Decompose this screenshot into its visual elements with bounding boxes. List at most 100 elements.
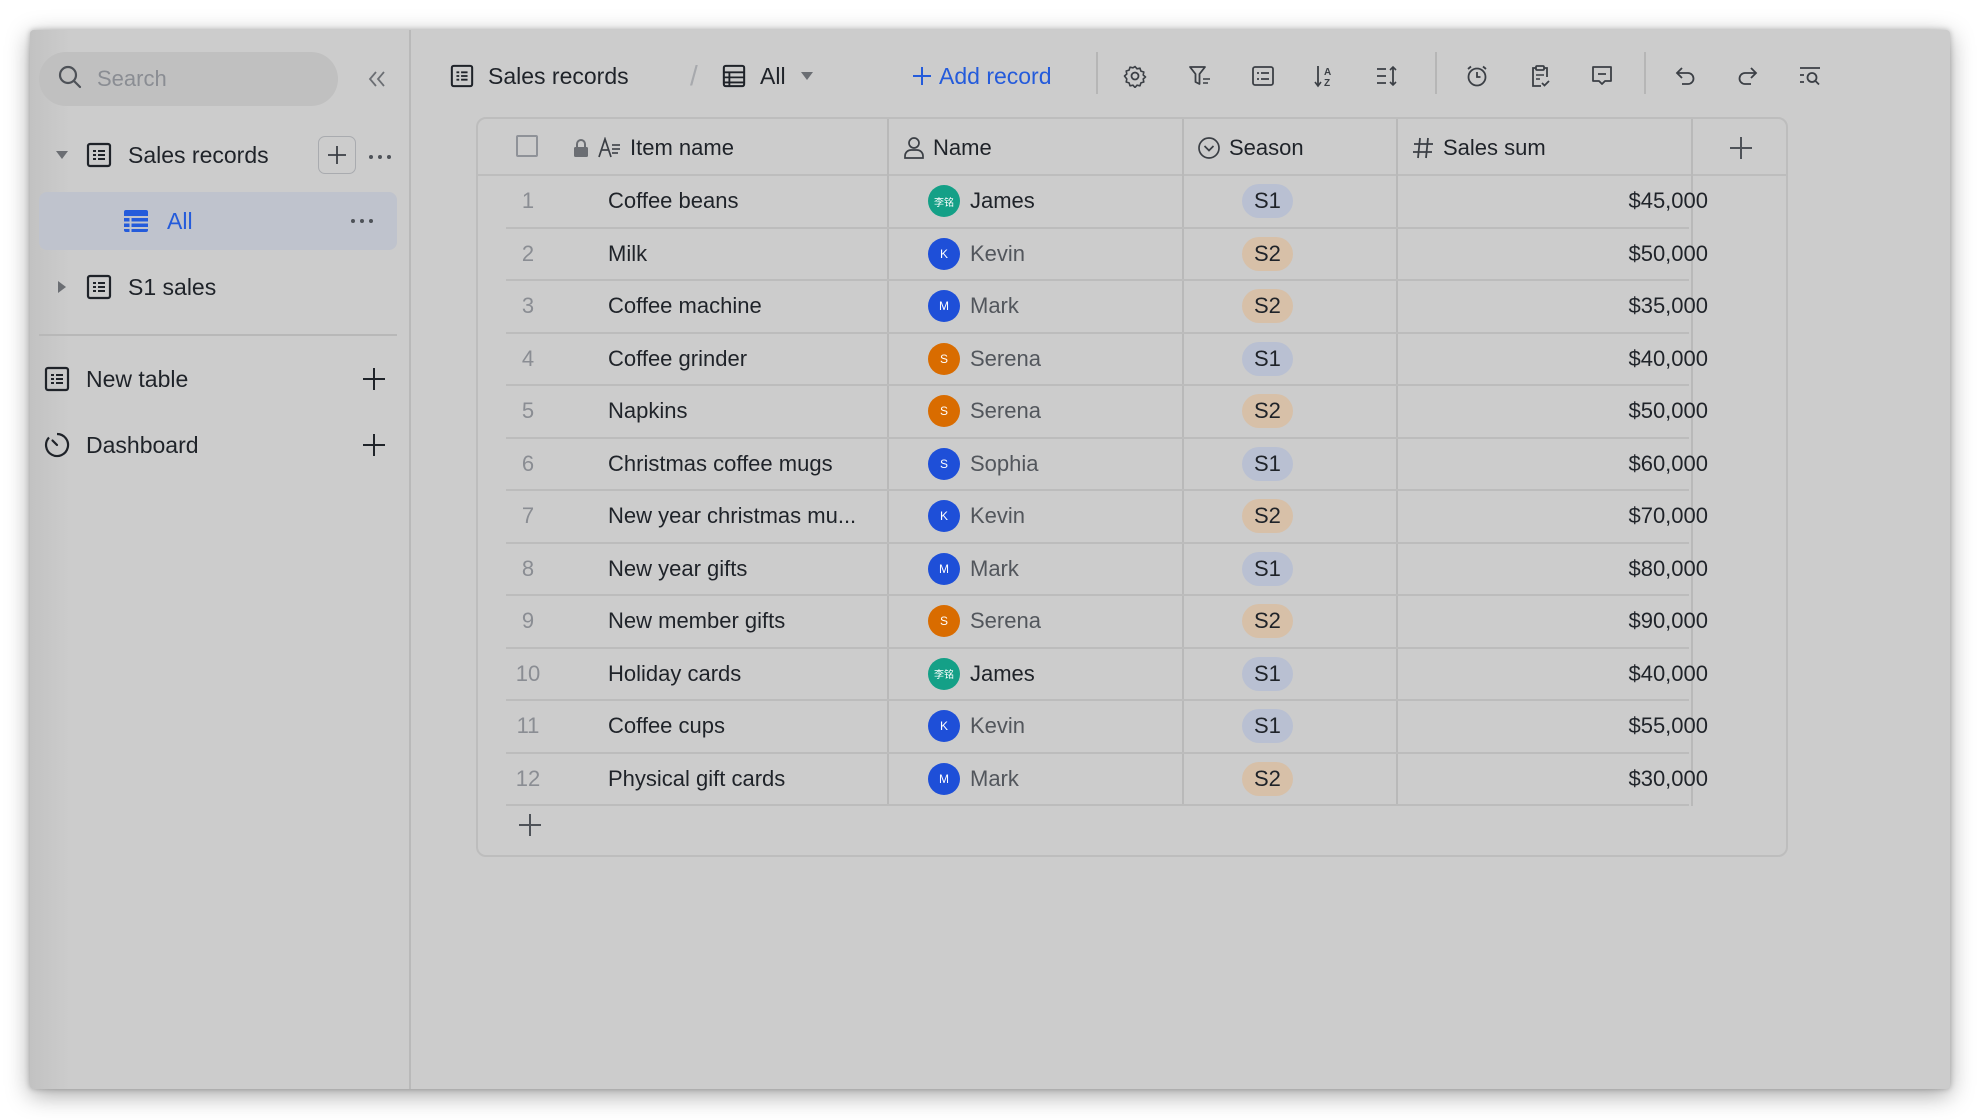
person-cell[interactable]: 李铭 James	[928, 176, 1035, 227]
table-row[interactable]: 12 Physical gift cards M Mark S2 $30,000	[506, 754, 1708, 806]
table-row[interactable]: 11 Coffee cups K Kevin S1 $55,000	[506, 701, 1708, 754]
add-dashboard-button[interactable]	[361, 432, 387, 458]
sidebar-table-s1-sales[interactable]: S1 sales	[39, 259, 397, 315]
season-tag[interactable]: S1	[1242, 656, 1293, 691]
table-row[interactable]: 2 Milk K Kevin S2 $50,000	[506, 229, 1708, 281]
table-row[interactable]: 10 Holiday cards 李铭 James S1 $40,000	[506, 649, 1708, 701]
sales-sum-cell[interactable]: $40,000	[1428, 334, 1708, 385]
person-cell[interactable]: 李铭 James	[928, 649, 1035, 700]
undo-icon[interactable]	[1671, 62, 1699, 90]
table-row[interactable]: 8 New year gifts M Mark S1 $80,000	[506, 544, 1708, 596]
redo-icon[interactable]	[1734, 62, 1762, 90]
column-header-item-name[interactable]: Item name	[572, 119, 734, 176]
season-cell[interactable]: S2	[1242, 754, 1293, 805]
person-cell[interactable]: M Mark	[928, 754, 1019, 805]
column-header-name[interactable]: Name	[903, 119, 992, 176]
sort-icon[interactable]: AZ	[1311, 62, 1339, 90]
person-cell[interactable]: K Kevin	[928, 491, 1025, 542]
item-name-cell[interactable]: New year gifts	[608, 544, 880, 595]
season-cell[interactable]: S2	[1242, 596, 1293, 647]
sidebar-dashboard[interactable]: Dashboard	[39, 417, 397, 473]
sales-sum-cell[interactable]: $50,000	[1428, 386, 1708, 437]
season-tag[interactable]: S1	[1242, 341, 1293, 376]
season-tag[interactable]: S2	[1242, 289, 1293, 324]
season-tag[interactable]: S1	[1242, 184, 1293, 219]
season-cell[interactable]: S2	[1242, 281, 1293, 332]
season-tag[interactable]: S2	[1242, 761, 1293, 796]
item-name-cell[interactable]: Coffee cups	[608, 701, 880, 752]
search-records-icon[interactable]	[1796, 62, 1824, 90]
more-options-button[interactable]	[363, 149, 397, 165]
column-header-season[interactable]: Season	[1197, 119, 1304, 176]
sales-sum-cell[interactable]: $45,000	[1428, 176, 1708, 227]
add-record-button[interactable]: Add record	[911, 58, 1052, 94]
person-cell[interactable]: S Serena	[928, 334, 1041, 385]
column-header-sales-sum[interactable]: Sales sum	[1411, 119, 1546, 176]
table-row[interactable]: 3 Coffee machine M Mark S2 $35,000	[506, 281, 1708, 334]
season-cell[interactable]: S1	[1242, 544, 1293, 595]
group-icon[interactable]	[1249, 62, 1277, 90]
settings-icon[interactable]	[1121, 62, 1149, 90]
person-cell[interactable]: M Mark	[928, 281, 1019, 332]
person-cell[interactable]: M Mark	[928, 544, 1019, 595]
clipboard-icon[interactable]	[1526, 62, 1554, 90]
person-cell[interactable]: K Kevin	[928, 701, 1025, 752]
season-cell[interactable]: S2	[1242, 386, 1293, 437]
row-height-icon[interactable]	[1373, 62, 1401, 90]
season-tag[interactable]: S1	[1242, 709, 1293, 744]
season-tag[interactable]: S1	[1242, 551, 1293, 586]
season-cell[interactable]: S1	[1242, 334, 1293, 385]
item-name-cell[interactable]: New year christmas mu...	[608, 491, 880, 542]
filter-icon[interactable]	[1186, 62, 1214, 90]
item-name-cell[interactable]: Coffee machine	[608, 281, 880, 332]
item-name-cell[interactable]: Christmas coffee mugs	[608, 439, 880, 490]
item-name-cell[interactable]: Physical gift cards	[608, 754, 880, 805]
sales-sum-cell[interactable]: $40,000	[1428, 649, 1708, 700]
season-cell[interactable]: S1	[1242, 701, 1293, 752]
table-row[interactable]: 1 Coffee beans 李铭 James S1 $45,000	[506, 176, 1708, 229]
item-name-cell[interactable]: Holiday cards	[608, 649, 880, 700]
item-name-cell[interactable]: Milk	[608, 229, 880, 280]
season-tag[interactable]: S1	[1242, 446, 1293, 481]
item-name-cell[interactable]: New member gifts	[608, 596, 880, 647]
sales-sum-cell[interactable]: $30,000	[1428, 754, 1708, 805]
sales-sum-cell[interactable]: $80,000	[1428, 544, 1708, 595]
sidebar-view-all[interactable]: All	[39, 192, 397, 250]
sidebar-table-sales-records[interactable]: Sales records	[39, 127, 397, 183]
season-cell[interactable]: S1	[1242, 176, 1293, 227]
select-all-checkbox[interactable]	[516, 135, 538, 157]
person-cell[interactable]: S Serena	[928, 596, 1041, 647]
sales-sum-cell[interactable]: $70,000	[1428, 491, 1708, 542]
sales-sum-cell[interactable]: $50,000	[1428, 229, 1708, 280]
sales-sum-cell[interactable]: $60,000	[1428, 439, 1708, 490]
view-switcher[interactable]: All	[722, 58, 814, 94]
sales-sum-cell[interactable]: $55,000	[1428, 701, 1708, 752]
table-row[interactable]: 5 Napkins S Serena S2 $50,000	[506, 386, 1708, 439]
season-tag[interactable]: S2	[1242, 236, 1293, 271]
person-cell[interactable]: K Kevin	[928, 229, 1025, 280]
person-cell[interactable]: S Sophia	[928, 439, 1039, 490]
caret-right-icon[interactable]	[54, 279, 70, 295]
search-input[interactable]: Search	[39, 52, 338, 106]
collapse-sidebar-button[interactable]	[360, 62, 394, 96]
add-field-button[interactable]	[1693, 119, 1786, 176]
table-row[interactable]: 7 New year christmas mu... K Kevin S2 $70,000	[506, 491, 1708, 544]
reminder-icon[interactable]	[1463, 62, 1491, 90]
table-row[interactable]: 4 Coffee grinder S Serena S1 $40,000	[506, 334, 1708, 386]
view-more-options-button[interactable]	[345, 213, 379, 229]
person-cell[interactable]: S Serena	[928, 386, 1041, 437]
season-tag[interactable]: S2	[1242, 499, 1293, 534]
table-row[interactable]: 9 New member gifts S Serena S2 $90,000	[506, 596, 1708, 649]
item-name-cell[interactable]: Napkins	[608, 386, 880, 437]
season-cell[interactable]: S1	[1242, 439, 1293, 490]
add-row-button[interactable]	[516, 811, 544, 839]
add-table-button[interactable]	[361, 366, 387, 392]
caret-down-icon[interactable]	[54, 147, 70, 163]
season-cell[interactable]: S2	[1242, 229, 1293, 280]
sales-sum-cell[interactable]: $90,000	[1428, 596, 1708, 647]
table-row[interactable]: 6 Christmas coffee mugs S Sophia S1 $60,000	[506, 439, 1708, 491]
item-name-cell[interactable]: Coffee grinder	[608, 334, 880, 385]
add-view-button[interactable]	[318, 136, 356, 174]
sidebar-new-table[interactable]: New table	[39, 351, 397, 407]
season-tag[interactable]: S2	[1242, 604, 1293, 639]
